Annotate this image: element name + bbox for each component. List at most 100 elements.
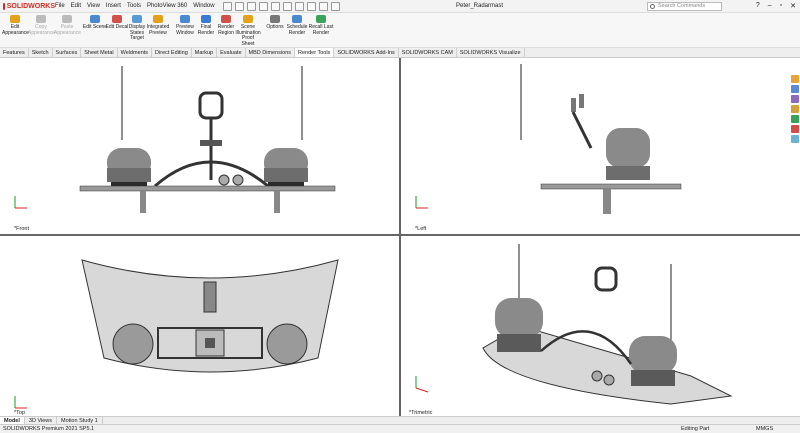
preview-window-icon [180, 15, 190, 23]
search-placeholder: Search Commands [658, 3, 706, 9]
file-properties-icon[interactable] [318, 1, 328, 11]
tab-markup[interactable]: Markup [192, 48, 218, 57]
bottom-tabs: Model 3D Views Motion Study 1 [0, 416, 800, 424]
top-view-model [14, 259, 339, 409]
status-mode: Editing Part [681, 426, 710, 432]
ribbon-button-label: Recall Last Render [308, 24, 334, 36]
tab-solidworks-add-ins[interactable]: SOLIDWORKS Add-Ins [334, 48, 399, 57]
ribbon-button-label: Paste Appearance [54, 24, 81, 36]
menu-photoview-360[interactable]: PhotoView 360 [147, 3, 187, 9]
solidworks-logo-icon [3, 2, 5, 10]
minimize-icon[interactable]: – [768, 2, 772, 10]
document-title: Peter_Radarmast [456, 3, 504, 9]
menu-file[interactable]: File [55, 3, 65, 9]
menu-view[interactable]: View [87, 3, 100, 9]
command-manager-ribbon: Edit Appearance Copy Appearance Paste Appe… [0, 13, 800, 47]
bottom-tab-motion-study-1[interactable]: Motion Study 1 [57, 417, 103, 424]
viewport-front[interactable]: *Front [0, 58, 399, 234]
appearances-icon[interactable] [790, 115, 799, 123]
menu-tools[interactable]: Tools [127, 3, 141, 9]
tab-solidworks-visualize[interactable]: SOLIDWORKS Visualize [457, 48, 525, 57]
viewport-top[interactable]: *Top [0, 236, 399, 416]
schedule-render-icon [292, 15, 302, 23]
left-view-label: *Left [415, 226, 427, 232]
tab-direct-editing[interactable]: Direct Editing [152, 48, 192, 57]
viewport-trimetric[interactable]: *Trimetric [401, 236, 789, 416]
help-icon[interactable]: ? [756, 2, 760, 10]
ribbon-scene-illumination-proof-sheet-button[interactable]: Scene Illumination Proof Sheet [235, 15, 261, 47]
paste-appearance-icon [62, 15, 72, 23]
menu-window[interactable]: Window [193, 3, 214, 9]
maximize-icon[interactable]: ▫ [780, 2, 782, 10]
recall-last-render-icon [316, 15, 326, 23]
options-gear-icon[interactable] [330, 1, 340, 11]
tab-weldments[interactable]: Weldments [118, 48, 153, 57]
display-states-target-icon [132, 15, 142, 23]
ribbon-integrated-preview-button[interactable]: Integrated Preview [145, 15, 171, 36]
menu-insert[interactable]: Insert [106, 3, 121, 9]
new-document-icon[interactable] [234, 1, 244, 11]
open-icon[interactable] [246, 1, 256, 11]
print-icon[interactable] [270, 1, 280, 11]
ribbon-button-label: Edit Appearance [2, 24, 29, 36]
search-commands-input[interactable]: Search Commands [647, 2, 722, 11]
ribbon-schedule-render-button[interactable]: Schedule Render [284, 15, 310, 36]
viewport-splitter-vertical[interactable] [399, 58, 401, 416]
final-render-icon [201, 15, 211, 23]
ribbon-paste-appearance-button[interactable]: Paste Appearance [54, 15, 81, 36]
save-icon[interactable] [258, 1, 268, 11]
select-icon[interactable] [294, 1, 304, 11]
menu-bar: File Edit View Insert Tools PhotoView 360 Wind… [55, 3, 215, 9]
tab-evaluate[interactable]: Evaluate [217, 48, 246, 57]
options-icon [270, 15, 280, 23]
resources-icon[interactable] [790, 75, 799, 83]
title-bar: SOLIDWORKS File Edit View Insert Tools PhotoV… [0, 0, 800, 13]
close-icon[interactable]: ✕ [790, 2, 796, 10]
edit-appearance-icon [10, 15, 20, 23]
bottom-tab-3d-views[interactable]: 3D Views [25, 417, 58, 424]
front-view-label: *Front [14, 226, 29, 232]
view-palette-icon[interactable] [790, 105, 799, 113]
command-manager-tabs: Features Sketch Surfaces Sheet Metal Weldmen… [0, 47, 800, 58]
copy-appearance-icon [36, 15, 46, 23]
design-library-icon[interactable] [790, 85, 799, 93]
window-controls: ? – ▫ ✕ [756, 2, 796, 10]
home-icon[interactable] [222, 1, 232, 11]
rebuild-icon[interactable] [306, 1, 316, 11]
scene-illumination-proof-sheet-icon [243, 15, 253, 23]
status-units[interactable]: MMGS [756, 426, 773, 432]
undo-icon[interactable] [282, 1, 292, 11]
tab-sketch[interactable]: Sketch [29, 48, 53, 57]
solidworks-logo: SOLIDWORKS [0, 2, 55, 10]
ribbon-recall-last-render-button[interactable]: Recall Last Render [308, 15, 334, 36]
tab-surfaces[interactable]: Surfaces [53, 48, 82, 57]
search-icon [650, 4, 655, 9]
logo-text: SOLIDWORKS [6, 2, 55, 10]
left-view-model [415, 64, 682, 214]
file-explorer-icon[interactable] [790, 95, 799, 103]
status-bar: SOLIDWORKS Premium 2021 SP5.1 Editing Pa… [0, 424, 800, 433]
integrated-preview-icon [153, 15, 163, 23]
custom-properties-icon[interactable] [790, 125, 799, 133]
solidworks-forum-icon[interactable] [790, 135, 799, 143]
edit-scene-icon [90, 15, 100, 23]
ribbon-edit-appearance-button[interactable]: Edit Appearance [2, 15, 29, 36]
quick-access-toolbar [222, 1, 340, 11]
ribbon-button-label: Schedule Render [286, 24, 308, 36]
tab-sheet-metal[interactable]: Sheet Metal [81, 48, 118, 57]
menu-edit[interactable]: Edit [71, 3, 81, 9]
ribbon-button-label: Copy Appearance [28, 24, 55, 36]
ribbon-button-label: Integrated Preview [146, 24, 170, 36]
trimetric-view-model [415, 244, 733, 405]
tab-features[interactable]: Features [0, 48, 29, 57]
bottom-tab-model[interactable]: Model [0, 417, 25, 424]
render-region-icon [221, 15, 231, 23]
ribbon-copy-appearance-button[interactable]: Copy Appearance [28, 15, 55, 36]
task-pane-tabs [789, 75, 800, 155]
edit-decal-icon [112, 15, 122, 23]
tab-render-tools[interactable]: Render Tools [295, 48, 335, 57]
tab-mbd-dimensions[interactable]: MBD Dimensions [246, 48, 295, 57]
viewport-left[interactable]: *Left [401, 58, 789, 234]
front-view-model [14, 66, 336, 213]
tab-solidworks-cam[interactable]: SOLIDWORKS CAM [399, 48, 457, 57]
